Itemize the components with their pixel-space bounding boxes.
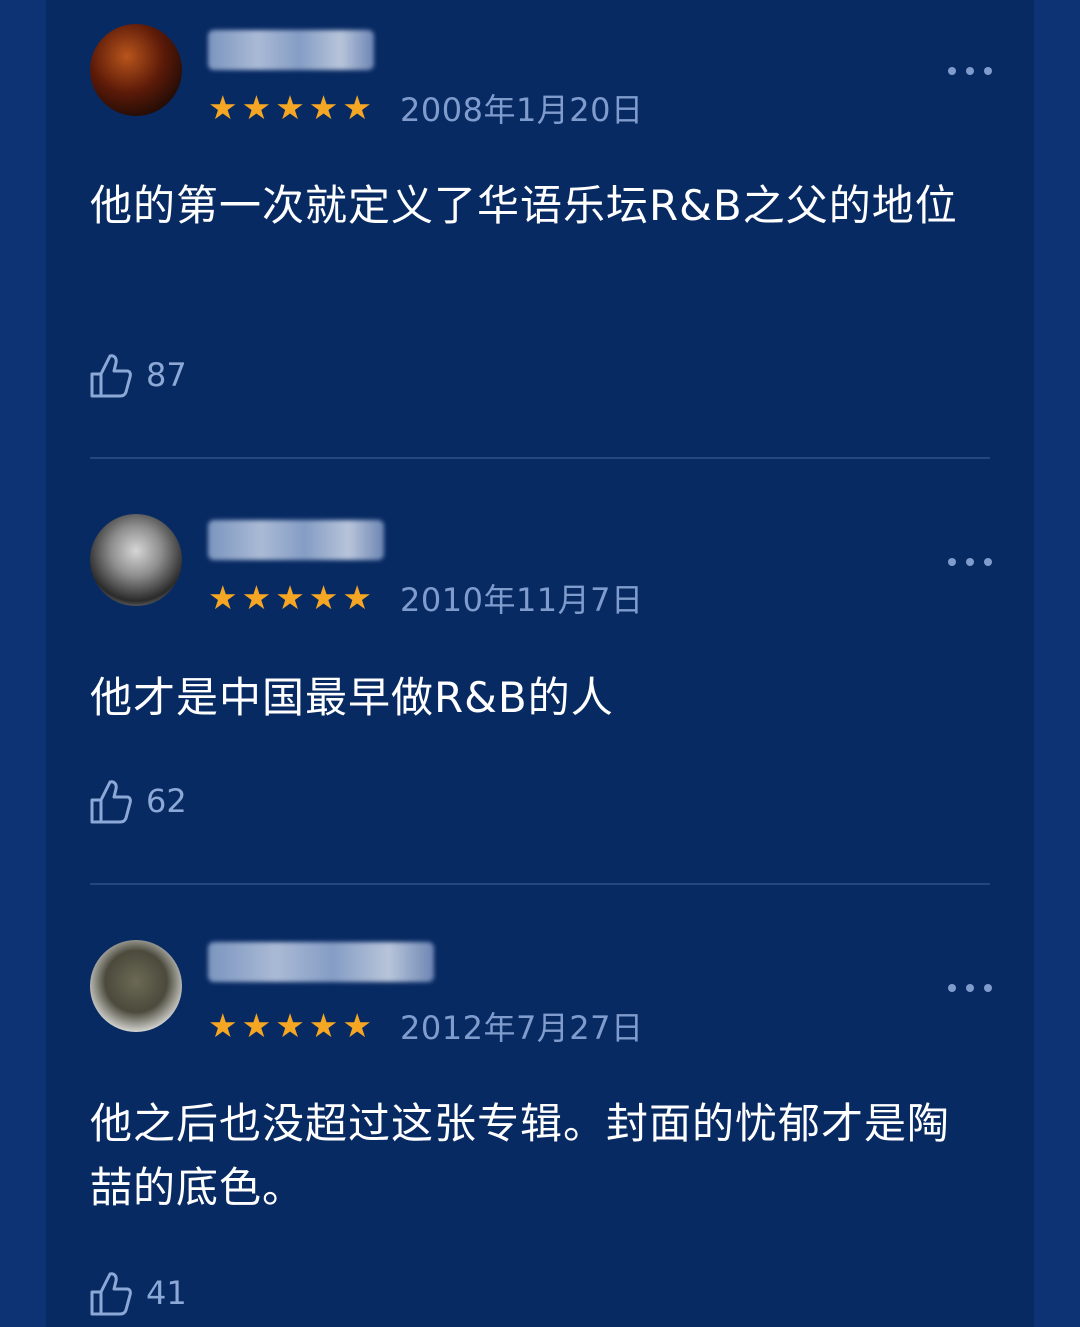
like-button[interactable]: 87 bbox=[90, 350, 187, 400]
like-count: 41 bbox=[146, 1274, 187, 1312]
comment-text: 他之后也没超过这张专辑。封面的忧郁才是陶喆的底色。 bbox=[90, 1099, 951, 1212]
star-icon: ★ bbox=[308, 578, 339, 617]
comment-item: ★ ★ ★ ★ ★ 2008年1月20日 他的第一次就定义了华语乐坛R&B之父的… bbox=[90, 24, 992, 434]
like-count: 62 bbox=[146, 782, 187, 820]
username-blurred[interactable] bbox=[208, 30, 374, 70]
star-icon: ★ bbox=[342, 88, 372, 127]
more-horizontal-icon bbox=[948, 67, 956, 75]
star-icon: ★ bbox=[208, 88, 238, 127]
star-icon: ★ bbox=[241, 1006, 272, 1045]
more-options-button[interactable] bbox=[948, 978, 992, 998]
avatar[interactable] bbox=[90, 24, 182, 116]
comment-item: ★ ★ ★ ★ ★ 2012年7月27日 他之后也没超过这张专辑。封面的忧郁才是… bbox=[90, 940, 992, 1327]
avatar[interactable] bbox=[90, 940, 182, 1032]
thumbs-up-icon bbox=[90, 354, 132, 398]
avatar[interactable] bbox=[90, 514, 182, 606]
username-blurred[interactable] bbox=[208, 942, 434, 982]
star-icon: ★ bbox=[308, 88, 339, 127]
rating-stars: ★ ★ ★ ★ ★ bbox=[208, 578, 372, 618]
username-blurred[interactable] bbox=[208, 520, 384, 560]
comment-date: 2008年1月20日 bbox=[400, 91, 644, 129]
rating-stars: ★ ★ ★ ★ ★ bbox=[208, 88, 372, 128]
thumbs-up-icon bbox=[90, 1272, 132, 1316]
comment-date: 2012年7月27日 bbox=[400, 1009, 644, 1047]
more-horizontal-icon bbox=[948, 984, 956, 992]
star-icon: ★ bbox=[241, 88, 272, 127]
star-icon: ★ bbox=[241, 578, 272, 617]
divider bbox=[90, 883, 990, 885]
star-icon: ★ bbox=[275, 1006, 305, 1045]
star-icon: ★ bbox=[275, 578, 305, 617]
star-icon: ★ bbox=[308, 1006, 339, 1045]
star-icon: ★ bbox=[208, 1006, 238, 1045]
star-icon: ★ bbox=[342, 1006, 372, 1045]
comments-list: ★ ★ ★ ★ ★ 2008年1月20日 他的第一次就定义了华语乐坛R&B之父的… bbox=[46, 0, 1034, 1327]
star-icon: ★ bbox=[208, 578, 238, 617]
thumbs-up-icon bbox=[90, 780, 132, 824]
right-margin bbox=[1034, 0, 1080, 1327]
more-horizontal-icon bbox=[948, 558, 956, 566]
like-button[interactable]: 41 bbox=[90, 1268, 187, 1318]
left-margin bbox=[0, 0, 46, 1327]
divider bbox=[90, 457, 990, 459]
more-options-button[interactable] bbox=[948, 61, 992, 81]
more-options-button[interactable] bbox=[948, 552, 992, 572]
comment-date: 2010年11月7日 bbox=[400, 581, 644, 619]
like-button[interactable]: 62 bbox=[90, 776, 187, 826]
comment-text: 他才是中国最早做R&B的人 bbox=[90, 673, 614, 722]
comment-text: 他的第一次就定义了华语乐坛R&B之父的地位 bbox=[90, 181, 958, 230]
star-icon: ★ bbox=[342, 578, 372, 617]
like-count: 87 bbox=[146, 356, 187, 394]
star-icon: ★ bbox=[275, 88, 305, 127]
rating-stars: ★ ★ ★ ★ ★ bbox=[208, 1006, 372, 1046]
comment-item: ★ ★ ★ ★ ★ 2010年11月7日 他才是中国最早做R&B的人 62 bbox=[90, 514, 992, 854]
